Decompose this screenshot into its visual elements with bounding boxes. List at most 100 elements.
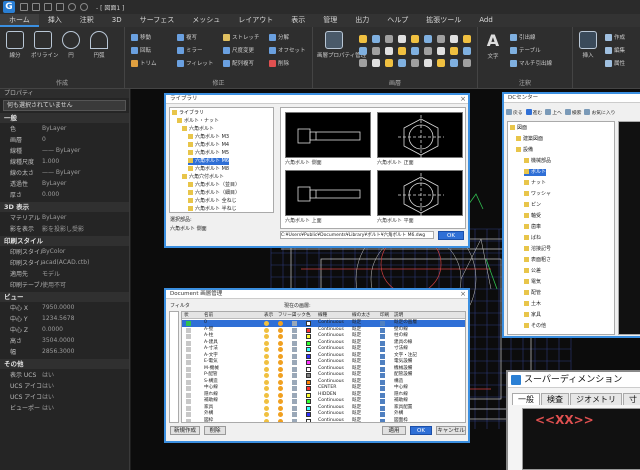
layer-tool-icon[interactable] [437,59,445,67]
circle-button[interactable]: 円 [59,31,83,59]
lock-icon[interactable] [292,334,297,339]
layer-tool-icon[interactable] [437,35,445,43]
modify-tool-button[interactable]: トリム [131,59,157,67]
modify-tool-button[interactable]: ストレッチ [223,33,260,41]
layer-tool-icon[interactable] [385,59,393,67]
library-tree-item[interactable]: 六角ボルト M6 [188,158,230,165]
visibility-bulb-icon[interactable] [264,412,269,417]
property-section-header[interactable]: 印刷スタイル [0,236,129,246]
menu-tab[interactable]: 表示 [282,14,314,27]
layer-tool-icon[interactable] [398,47,406,55]
lock-icon[interactable] [292,412,297,417]
annotation-tool-button[interactable]: テーブル [510,46,541,54]
menu-tab[interactable]: ヘルプ [378,14,417,27]
modify-tool-button[interactable]: 回転 [131,46,151,54]
arc-button[interactable]: 円弧 [87,31,111,59]
freeze-sun-icon[interactable] [278,386,283,391]
lock-icon[interactable] [292,386,297,391]
freeze-sun-icon[interactable] [278,373,283,378]
layer-column-header[interactable]: 色 [306,312,311,319]
freeze-sun-icon[interactable] [278,327,283,333]
layer-tool-icon[interactable] [359,59,367,67]
super-dimension-tab[interactable]: 検査 [541,393,569,405]
menu-tab[interactable]: 拡張ツール [417,14,470,27]
freeze-sun-icon[interactable] [278,399,283,404]
modify-tool-button[interactable]: 分解 [269,33,289,41]
layer-tool-icon[interactable] [437,47,445,55]
design-center-tree-item[interactable]: その他 [524,323,546,330]
menu-tab[interactable]: Add [470,14,502,27]
property-row[interactable]: 印刷テーブル使用不可 [0,279,129,290]
open-folder-icon[interactable] [32,3,40,11]
library-tree-item[interactable]: 六角ボルト 全ねじ [188,198,237,205]
lock-icon[interactable] [292,405,297,411]
layer-color-swatch[interactable] [306,379,311,385]
property-row[interactable]: 色 ByLayer [0,123,129,134]
dc-toolbar-button[interactable]: 検索 [564,109,581,116]
library-tree-item[interactable]: 六角ボルト M3 [188,134,229,141]
layer-tool-icon[interactable] [450,47,458,55]
lock-icon[interactable] [292,360,297,365]
modify-tool-button[interactable]: 配列複写 [223,59,254,67]
modify-tool-button[interactable]: ミラー [177,46,203,54]
layer-column-header[interactable]: 状 [184,312,189,319]
property-row[interactable]: 透過性 ByLayer [0,178,129,189]
design-center-tree-item[interactable]: 溶接記号 [524,246,551,253]
layer-column-header[interactable]: 線種 [318,312,327,319]
property-row[interactable]: 画層 0 [0,134,129,145]
insert-block-button[interactable]: 挿入 [576,31,600,59]
lock-icon[interactable] [292,321,297,326]
property-row[interactable]: 厚さ 0.000 [0,189,129,200]
lock-icon[interactable] [292,399,297,404]
property-section-header[interactable]: 3D 表示 [0,202,129,212]
print-icon[interactable] [380,386,385,391]
menu-tab[interactable]: 出力 [346,14,378,27]
layer-tool-icon[interactable] [450,35,458,43]
visibility-bulb-icon[interactable] [264,373,269,378]
freeze-sun-icon[interactable] [278,340,283,346]
line-button[interactable]: 線分 [3,31,27,59]
library-thumbnail[interactable] [285,170,371,216]
layer-tool-icon[interactable] [450,59,458,67]
print-icon[interactable] [56,3,64,11]
print-icon[interactable] [380,340,385,346]
undo-icon[interactable] [68,3,76,11]
design-center-tree-item[interactable]: ばね [524,235,541,242]
library-tree-item[interactable]: 六角ボルト 半ねじ [188,206,237,213]
property-row[interactable]: 線種尺度 1.000 [0,156,129,167]
property-row[interactable]: 印刷スタイルacad(ACAD.ctb) [0,257,129,268]
freeze-sun-icon[interactable] [278,412,283,417]
modify-tool-button[interactable]: フィレット [177,59,213,67]
layer-tool-icon[interactable] [411,59,419,67]
layer-color-swatch[interactable] [306,340,311,346]
menu-tab[interactable]: 管理 [314,14,346,27]
menu-tab[interactable]: ホーム [0,14,39,27]
freeze-sun-icon[interactable] [278,379,283,385]
layer-color-swatch[interactable] [306,392,311,398]
print-icon[interactable] [380,327,385,333]
menu-tab[interactable]: 3D [103,14,131,27]
visibility-bulb-icon[interactable] [264,418,269,422]
layer-tool-icon[interactable] [424,35,432,43]
design-center-tree-item[interactable]: ボルト [524,169,547,176]
print-icon[interactable] [380,405,385,411]
layer-tool-icon[interactable] [385,47,393,55]
super-dimension-tab[interactable]: 寸 [623,393,640,405]
layer-tool-icon[interactable] [398,35,406,43]
lock-icon[interactable] [292,347,297,352]
layer-color-swatch[interactable] [306,418,311,422]
library-tree-item[interactable]: 六角ボルト（並目） [188,182,240,189]
layer-tool-icon[interactable] [372,47,380,55]
layer-color-swatch[interactable] [306,334,311,339]
layer-column-header[interactable]: 名前 [204,312,213,319]
library-tree-item[interactable]: 六角穴付ボルト [182,174,224,181]
design-center-tree-item[interactable]: 家具 [524,312,541,319]
freeze-sun-icon[interactable] [278,353,283,359]
print-icon[interactable] [380,392,385,398]
layer-tool-icon[interactable] [398,59,406,67]
print-icon[interactable] [380,418,385,422]
property-row[interactable]: 線の太さ —— ByLayer [0,167,129,178]
print-icon[interactable] [380,379,385,385]
library-path-field[interactable]: C:¥Users¥Public¥Documents¥Library¥ボルト¥六角… [280,231,434,239]
design-center-tree-item[interactable]: 設備 [516,147,533,154]
